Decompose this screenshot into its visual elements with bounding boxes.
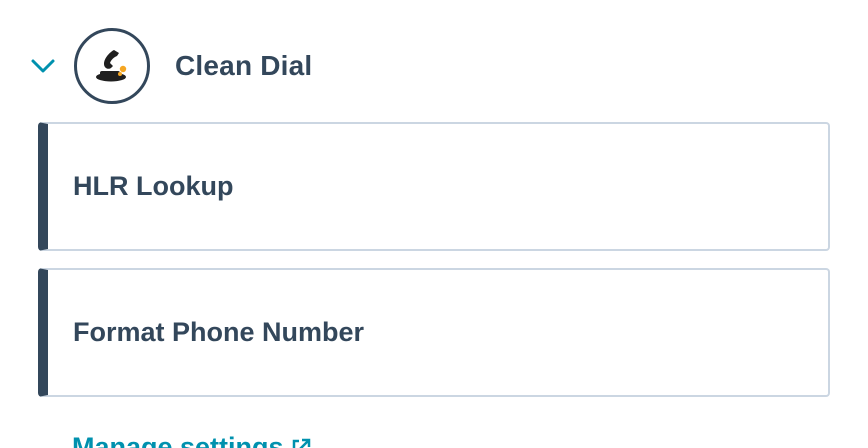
manage-settings-label: Manage settings	[72, 432, 284, 448]
action-label: Format Phone Number	[73, 317, 365, 347]
workflow-actions-panel: Clean Dial HLR Lookup Format Phone Numbe…	[0, 0, 868, 448]
action-card-hlr-lookup[interactable]: HLR Lookup	[38, 122, 830, 251]
manage-settings-link[interactable]: Manage settings	[72, 432, 312, 448]
phone-handset-icon	[96, 50, 127, 82]
collapse-toggle[interactable]	[28, 51, 58, 81]
external-link-icon	[290, 437, 312, 448]
app-group-header: Clean Dial	[28, 24, 312, 108]
action-card-format-phone-number[interactable]: Format Phone Number	[38, 268, 830, 397]
action-label: HLR Lookup	[73, 171, 234, 201]
chevron-down-icon	[31, 59, 55, 73]
app-logo	[74, 28, 150, 104]
app-name: Clean Dial	[175, 50, 313, 81]
